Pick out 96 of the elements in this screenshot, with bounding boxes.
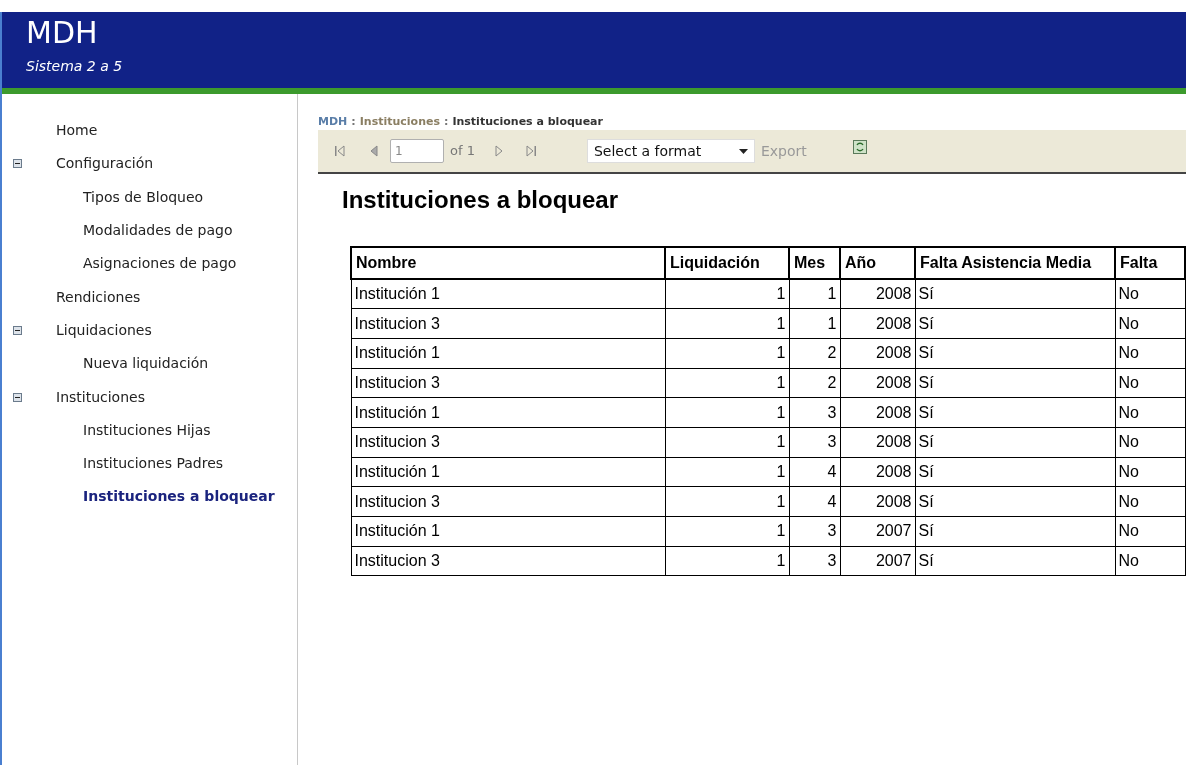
nav-item[interactable]: Instituciones Padres [83,453,224,475]
column-header: Año [840,247,915,279]
table-cell: 1 [665,368,789,398]
nav-item[interactable]: Liquidaciones [56,319,152,341]
table-cell: Institución 1 [351,338,665,369]
table-cell: No [1115,516,1185,547]
table-cell: No [1115,368,1185,398]
table-cell: 2008 [840,279,915,309]
table-cell: 3 [789,397,840,428]
nav-item[interactable]: Configuración [56,153,154,175]
format-dropdown[interactable]: Select a format [586,139,755,163]
table-cell: 2007 [840,546,915,576]
table-cell: Sí [915,338,1115,369]
table-cell: Institución 1 [351,457,665,487]
table-cell: 2008 [840,457,915,487]
table-cell: Institucion 3 [351,546,665,576]
nav-item[interactable]: Home [56,120,98,142]
column-header: Liquidación [665,247,789,279]
table-cell: 2008 [840,338,915,369]
table-cell: Sí [915,279,1115,309]
table-cell: 1 [665,338,789,369]
table-cell: Sí [915,516,1115,547]
breadcrumb-separator: : [444,113,449,130]
nav-item[interactable]: Instituciones Hijas [83,419,211,441]
breadcrumb-separator: : [351,113,356,130]
caret-icon [738,148,748,154]
collapse-icon[interactable] [12,325,22,335]
table-cell: 1 [665,397,789,428]
nav-item[interactable]: Tipos de Bloqueo [83,186,204,208]
table-cell: Institución 1 [351,397,665,428]
nav-item[interactable]: Nueva liquidación [83,353,209,375]
table-cell: No [1115,457,1185,487]
table-cell: Institucion 3 [351,427,665,458]
page-field[interactable]: 1 [390,139,444,163]
table-cell: 2008 [840,486,915,517]
table-cell: 2008 [840,368,915,398]
nav-item[interactable]: Instituciones [56,386,145,408]
table-cell: 3 [789,427,840,458]
table-cell: 4 [789,486,840,517]
column-header: Falta Asistencia Media [915,247,1115,279]
table-cell: Sí [915,368,1115,398]
table-cell: 2 [789,368,840,398]
table-cell: No [1115,308,1185,339]
first-page-icon[interactable] [334,144,346,158]
table-cell: 1 [665,486,789,517]
table-cell: Sí [915,457,1115,487]
table-cell: Sí [915,486,1115,517]
table-cell: 2008 [840,397,915,428]
table-cell: 3 [789,546,840,576]
table-cell: 1 [665,516,789,547]
last-page-icon[interactable] [524,144,537,158]
table-cell: No [1115,338,1185,369]
nav-item[interactable]: Modalidades de pago [83,220,233,242]
table-cell: No [1115,397,1185,428]
table-cell: 3 [789,516,840,547]
table-cell: 1 [665,546,789,576]
table-cell: Institución 1 [351,516,665,547]
table-cell: 1 [665,308,789,339]
table-cell: No [1115,546,1185,576]
column-header: Nombre [351,247,665,279]
collapse-icon[interactable] [12,392,22,402]
table-cell: 1 [665,427,789,458]
table-cell: Institucion 3 [351,368,665,398]
breadcrumb-link[interactable]: Instituciones [359,113,440,130]
table-cell: 1 [789,308,840,339]
table-cell: Sí [915,427,1115,458]
table-cell: Institucion 3 [351,308,665,339]
table-cell: No [1115,486,1185,517]
table-cell: 2007 [840,516,915,547]
refresh-icon[interactable] [852,140,867,154]
report-title: Instituciones a bloquear [342,185,620,215]
breadcrumb-link[interactable]: MDH [318,113,348,130]
page-count: of 1 [450,142,475,161]
table-cell: Sí [915,308,1115,339]
table-cell: 2 [789,338,840,369]
nav-item[interactable]: Rendiciones [56,286,141,308]
app-subtitle: Sistema 2 a 5 [26,57,124,76]
nav-item[interactable]: Instituciones a bloquear [83,486,275,508]
table-cell: 2008 [840,308,915,339]
table-cell: 1 [789,279,840,309]
table-cell: Sí [915,397,1115,428]
table-cell: No [1115,279,1185,309]
table-cell: 4 [789,457,840,487]
column-header: Falta [1115,247,1185,279]
table-cell: No [1115,427,1185,458]
table-cell: Institucion 3 [351,486,665,517]
table-cell: Institución 1 [351,279,665,309]
table-cell: 1 [665,457,789,487]
collapse-icon[interactable] [12,159,22,169]
column-header: Mes [789,247,840,279]
table-cell: 2008 [840,427,915,458]
table-cell: Sí [915,546,1115,576]
nav-item[interactable]: Asignaciones de pago [83,253,237,275]
previous-page-icon[interactable] [368,144,380,158]
app-title: MDH [26,16,99,50]
table-cell: 1 [665,279,789,309]
